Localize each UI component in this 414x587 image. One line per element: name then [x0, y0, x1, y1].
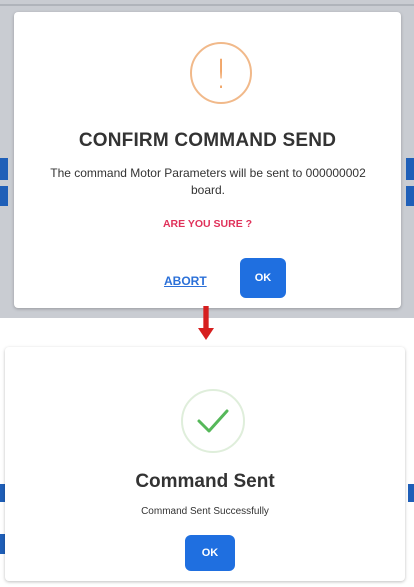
background-edge-right	[406, 158, 414, 180]
dialog-title: Command Sent	[135, 471, 275, 492]
background-edge-right	[406, 186, 414, 206]
down-arrow-icon	[198, 306, 214, 340]
background-edge-left	[0, 158, 8, 180]
confirm-command-dialog: ! CONFIRM COMMAND SEND The command Motor…	[14, 12, 401, 308]
confirm-prompt: ARE YOU SURE ?	[162, 218, 253, 230]
background-edge-right	[408, 484, 414, 502]
ok-button[interactable]: OK	[240, 258, 286, 298]
warning-icon-glyph: !	[212, 52, 230, 98]
abort-button[interactable]: ABORT	[164, 274, 207, 288]
checkmark-icon	[197, 409, 229, 433]
exclamation-warning-icon: !	[190, 42, 252, 104]
dialog-message: The command Motor Parameters will be sen…	[50, 166, 366, 197]
background-stripe	[0, 4, 414, 6]
dialog-title: CONFIRM COMMAND SEND	[78, 130, 337, 151]
checkmark-success-icon	[181, 389, 245, 453]
ok-button[interactable]: OK	[185, 535, 235, 571]
background-edge-left	[0, 186, 8, 206]
command-sent-dialog: Command Sent Command Sent Successfully O…	[5, 347, 405, 581]
dialog-message: Command Sent Successfully	[141, 506, 269, 517]
